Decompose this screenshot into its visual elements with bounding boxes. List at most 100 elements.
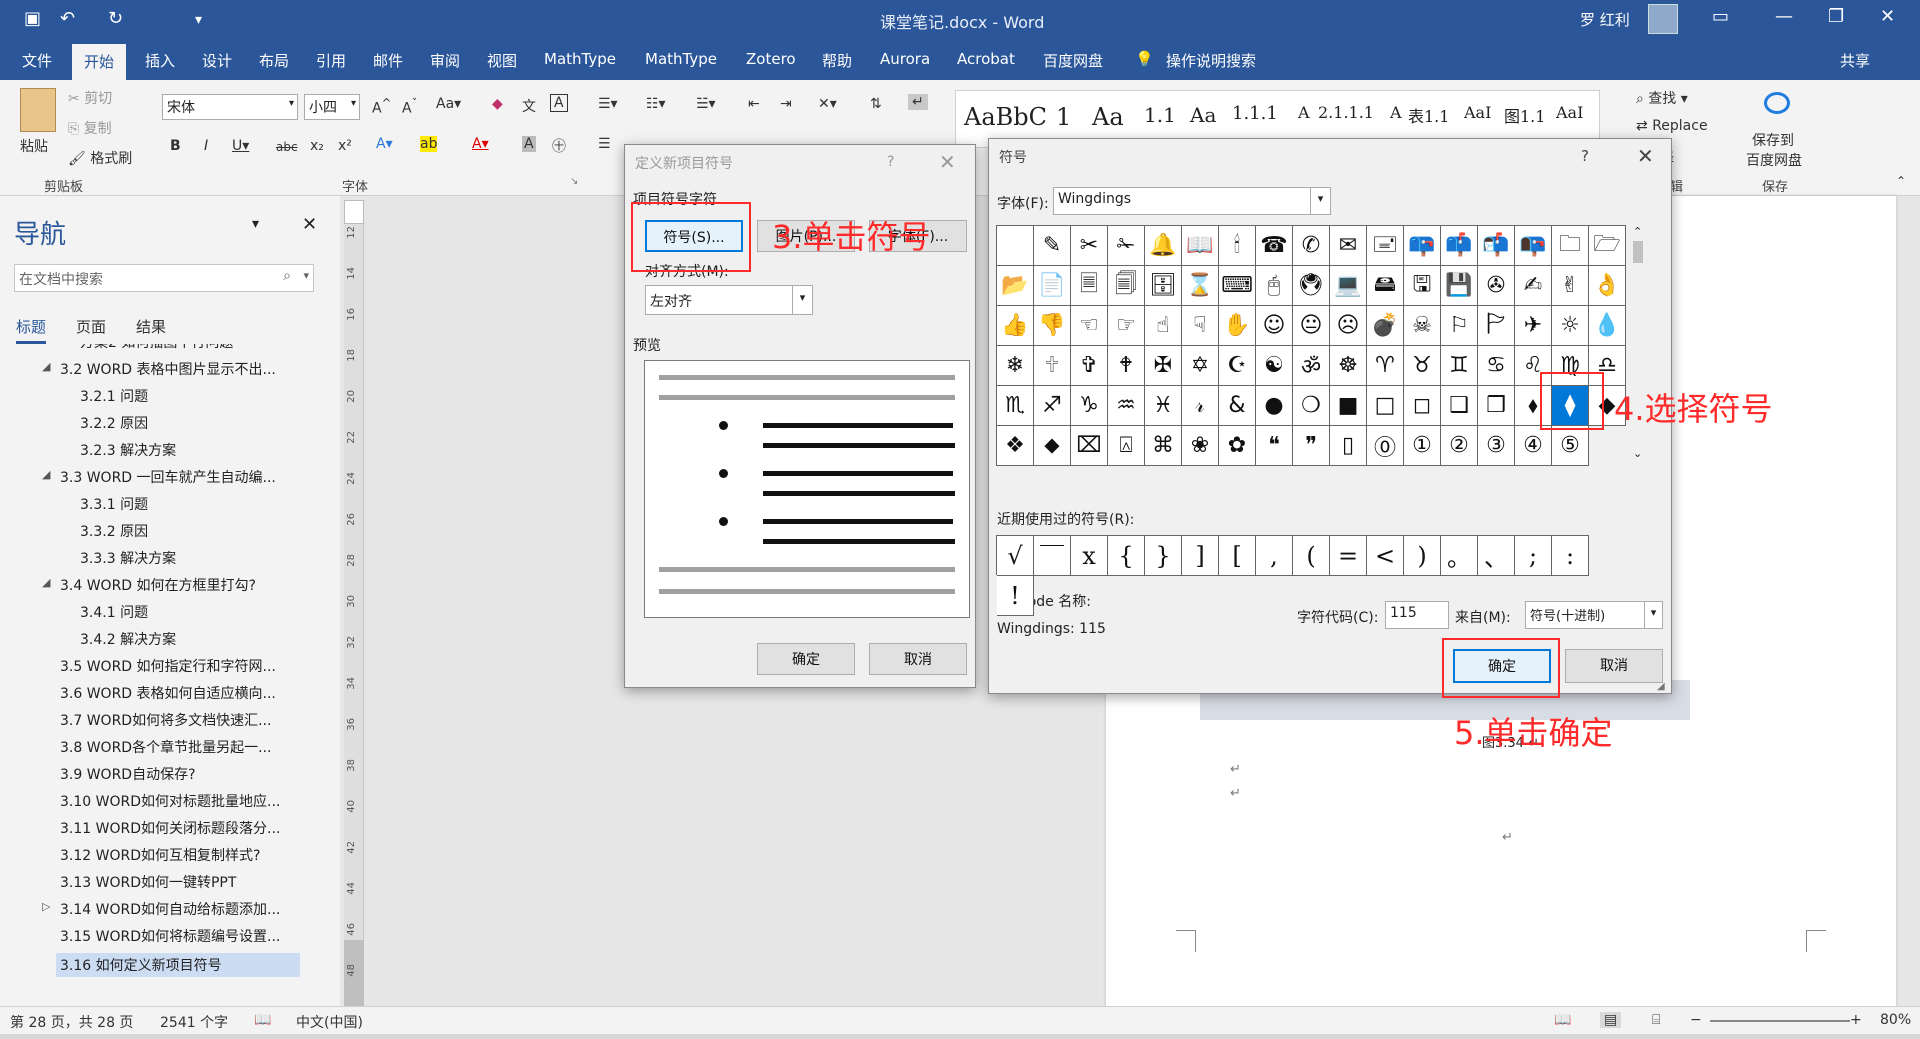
symbol-cell[interactable] — [997, 226, 1034, 266]
nav-heading-item[interactable]: 方案2 如何插图平行问题 — [80, 344, 233, 352]
symbol-cell[interactable]: 📫 — [1441, 226, 1478, 266]
symbol-cell[interactable]: □ — [1367, 386, 1404, 426]
web-layout-icon[interactable]: ⌸ — [1652, 1012, 1660, 1028]
nav-heading-item[interactable]: 3.8 WORD各个章节批量另起一... — [60, 737, 271, 757]
symbol-cell[interactable]: 📪 — [1404, 226, 1441, 266]
symbol-cell[interactable]: ✿ — [1219, 426, 1256, 466]
symbol-cell[interactable]: ❖ — [997, 426, 1034, 466]
symbol-cell[interactable]: ✂ — [1071, 226, 1108, 266]
symbol-cell[interactable]: ✡ — [1182, 346, 1219, 386]
symbol-cell[interactable]: ♊ — [1441, 346, 1478, 386]
numbering-icon[interactable]: ☷▾ — [646, 96, 666, 112]
style-a2[interactable]: A — [1390, 103, 1402, 122]
style-aai-2[interactable]: AaI — [1556, 103, 1583, 122]
print-layout-icon[interactable]: ▤ — [1600, 1012, 1622, 1028]
recent-symbol-cell[interactable]: } — [1145, 536, 1182, 576]
nav-heading-item[interactable]: 3.4.2 解决方案 — [80, 629, 176, 649]
enclose-char-icon[interactable]: ㊉ — [552, 136, 566, 156]
copy-button[interactable]: ⎘ 复制 — [68, 118, 112, 138]
style-heading2[interactable]: 1.1 — [1144, 103, 1176, 127]
minimize-icon[interactable]: — — [1775, 6, 1793, 27]
symbol-cell[interactable]: 📬 — [1478, 226, 1515, 266]
symbol-cell[interactable]: ⚐ — [1441, 306, 1478, 346]
scroll-down-icon[interactable]: ⌄ — [1633, 447, 1642, 460]
symbol-cell[interactable]: ✎ — [1034, 226, 1071, 266]
symbol-cell[interactable]: 👎 — [1034, 306, 1071, 346]
page-count[interactable]: 第 28 页，共 28 页 — [10, 1012, 133, 1032]
collapse-icon[interactable]: ◢ — [42, 360, 50, 373]
symbol-cell[interactable]: 🔔 — [1145, 226, 1182, 266]
symbol-cell[interactable]: ♋ — [1478, 346, 1515, 386]
symbol-cell[interactable]: 💾 — [1441, 266, 1478, 306]
nav-tab-headings[interactable]: 标题 — [16, 316, 47, 344]
symbol-cell[interactable]: 📂 — [997, 266, 1034, 306]
nav-tab-results[interactable]: 结果 — [136, 316, 166, 337]
symbol-cell[interactable]: 🖰 — [1256, 266, 1293, 306]
symbol-cell[interactable]: ☝ — [1145, 306, 1182, 346]
paste-label[interactable]: 粘贴 — [20, 136, 48, 156]
symbol-cancel-button[interactable]: 取消 — [1565, 649, 1663, 683]
nav-heading-item[interactable]: 3.11 WORD如何关闭标题段落分... — [60, 818, 280, 838]
recent-symbol-cell[interactable]: [ — [1219, 536, 1256, 576]
symbol-cell[interactable]: ◻ — [1404, 386, 1441, 426]
expand-icon[interactable]: ▷ — [42, 900, 50, 913]
collapse-ribbon-icon[interactable]: ⌃ — [1896, 174, 1906, 188]
symbol-cell[interactable]: ♒ — [1108, 386, 1145, 426]
chinese-layout-icon[interactable]: ✕▾ — [818, 96, 837, 112]
symbol-cell[interactable]: ✆ — [1293, 226, 1330, 266]
bullet-cancel-button[interactable]: 取消 — [869, 643, 967, 675]
font-size-select[interactable]: 小四 ▾ — [304, 94, 360, 120]
symbol-cell[interactable]: ✈ — [1515, 306, 1552, 346]
symbol-cell[interactable]: ④ — [1515, 426, 1552, 466]
font-dialog-launcher-icon[interactable]: ↘ — [570, 176, 578, 187]
symbol-cell[interactable]: 🗀 — [1552, 226, 1589, 266]
tab-baidu[interactable]: 百度网盘 — [1043, 50, 1103, 71]
undo-icon[interactable]: ↶ — [60, 8, 75, 29]
save-baidu-line2[interactable]: 百度网盘 — [1746, 150, 1802, 170]
style-normal[interactable]: AaBbC — [964, 103, 1047, 131]
symbol-cell[interactable]: ♑ — [1071, 386, 1108, 426]
style-heading1[interactable]: 1 — [1056, 103, 1071, 131]
chevron-down-icon[interactable]: ▾ — [303, 269, 309, 282]
symbol-cell[interactable]: ⌘ — [1145, 426, 1182, 466]
close-icon[interactable]: ✕ — [1880, 6, 1895, 27]
tab-layout[interactable]: 布局 — [259, 50, 289, 71]
symbol-cell[interactable]: ♏ — [997, 386, 1034, 426]
help-icon[interactable]: ? — [1581, 147, 1589, 165]
zoom-level[interactable]: 80% — [1880, 1012, 1911, 1028]
underline-icon[interactable]: U▾ — [232, 138, 249, 154]
find-button[interactable]: ⌕ 查找 ▾ — [1636, 88, 1688, 108]
cut-button[interactable]: ✂ 剪切 — [68, 88, 112, 108]
symbol-cell[interactable]: ✞ — [1071, 346, 1108, 386]
symbol-cell[interactable]: ❞ — [1293, 426, 1330, 466]
tab-references[interactable]: 引用 — [316, 50, 346, 71]
nav-tab-pages[interactable]: 页面 — [76, 316, 106, 337]
symbol-cell[interactable]: ☪ — [1219, 346, 1256, 386]
nav-heading-item[interactable]: ▷ 3.14 WORD如何自动给标题添加... — [42, 899, 280, 919]
superscript-icon[interactable]: x² — [338, 138, 352, 154]
bullets-icon[interactable]: ☰▾ — [598, 96, 618, 112]
save-icon[interactable]: ▣ — [24, 8, 41, 29]
symbol-cell[interactable]: 📭 — [1515, 226, 1552, 266]
sort-icon[interactable]: ⇅ — [870, 96, 882, 112]
nav-heading-item[interactable]: 3.16 如何定义新项目符号 — [56, 953, 300, 977]
tab-view[interactable]: 视图 — [487, 50, 517, 71]
tab-mathtype-2[interactable]: MathType — [645, 50, 717, 68]
symbol-cell[interactable]: 🗄 — [1145, 266, 1182, 306]
zoom-slider[interactable] — [1710, 1020, 1850, 1022]
symbol-cell[interactable]: 😐 — [1293, 306, 1330, 346]
save-baidu-line1[interactable]: 保存到 — [1752, 130, 1794, 150]
symbol-cell[interactable]: ⬥ — [1034, 426, 1071, 466]
symbol-cell[interactable]: ✉ — [1330, 226, 1367, 266]
share-button[interactable]: 共享 — [1840, 50, 1870, 71]
symbol-cell[interactable]: 🕯 — [1219, 226, 1256, 266]
tab-aurora[interactable]: Aurora — [880, 50, 930, 68]
style-heading3[interactable]: 1.1.1 — [1232, 103, 1278, 124]
symbol-cell[interactable]: ❀ — [1182, 426, 1219, 466]
font-color-icon[interactable]: A▾ — [472, 136, 489, 152]
symbol-cell[interactable]: ■ — [1330, 386, 1367, 426]
symbol-cell[interactable]: ☺ — [1256, 306, 1293, 346]
tab-file[interactable]: 文件 — [22, 50, 52, 71]
style-figure-caption[interactable]: 图1.1 — [1504, 103, 1545, 127]
symbol-cell[interactable]: ⑤ — [1552, 426, 1589, 466]
